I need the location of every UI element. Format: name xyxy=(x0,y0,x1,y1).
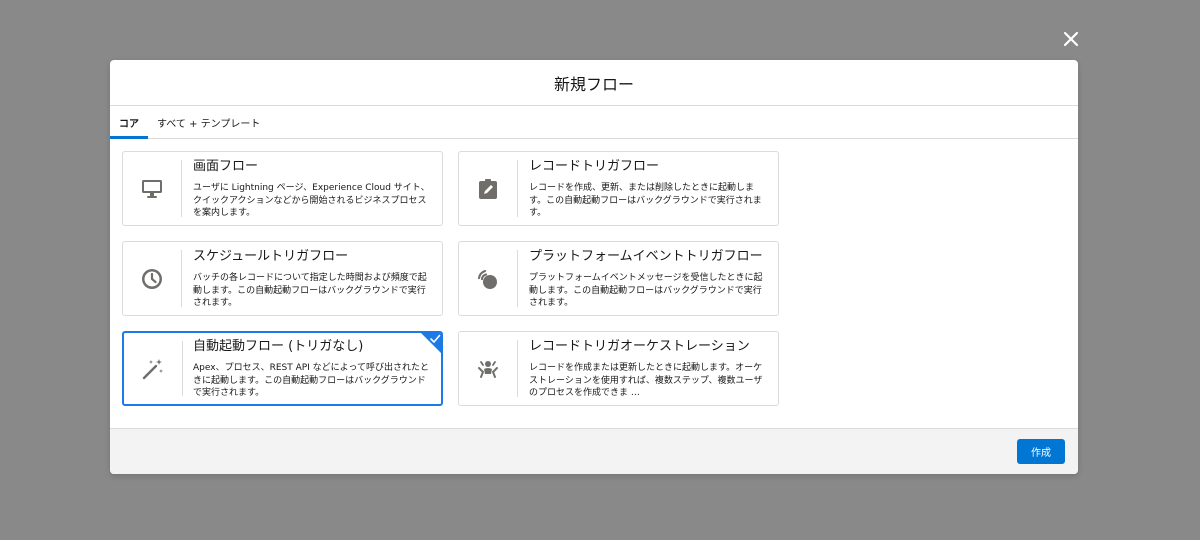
selected-check-icon xyxy=(421,333,441,353)
card-description: バッチの各レコードについて指定した時間および頻度で起動します。この自動起動フロー… xyxy=(193,273,427,308)
modal-header: 新規フロー xyxy=(110,60,1078,106)
clipboard-edit-icon xyxy=(459,152,517,225)
create-button[interactable]: 作成 xyxy=(1017,439,1065,464)
broadcast-icon xyxy=(459,242,517,315)
tab-bar: コア すべて + テンプレート xyxy=(110,106,1078,139)
card-divider xyxy=(517,340,518,397)
monitor-icon xyxy=(123,152,181,225)
magic-wand-icon xyxy=(124,333,182,404)
card-divider xyxy=(182,341,183,396)
modal-footer: 作成 xyxy=(110,428,1078,474)
flow-type-grid: 画面フロー ユーザに Lightning ページ、Experience Clou… xyxy=(110,139,1078,429)
card-title: スケジュールトリガフロー xyxy=(193,249,349,264)
card-description: Apex、プロセス、REST API などによって呼び出されたときに起動します。… xyxy=(193,363,429,398)
card-divider xyxy=(181,250,182,307)
card-divider xyxy=(517,160,518,217)
card-divider xyxy=(181,160,182,217)
card-content: レコードトリガオーケストレーション レコードを作成または更新したときに起動します… xyxy=(529,338,768,400)
card-description: レコードを作成、更新、または削除したときに起動します。この自動起動フローはバック… xyxy=(529,183,762,218)
tab-label: すべて + テンプレート xyxy=(157,118,261,130)
card-description: ユーザに Lightning ページ、Experience Cloud サイト、… xyxy=(193,183,430,218)
card-content: 画面フロー ユーザに Lightning ページ、Experience Clou… xyxy=(193,158,432,220)
card-screen-flow[interactable]: 画面フロー ユーザに Lightning ページ、Experience Clou… xyxy=(122,151,443,226)
card-record-triggered-orchestration[interactable]: レコードトリガオーケストレーション レコードを作成または更新したときに起動します… xyxy=(458,331,779,406)
card-title: プラットフォームイベントトリガフロー xyxy=(529,249,763,264)
card-description: プラットフォームイベントメッセージを受信したときに起動します。この自動起動フロー… xyxy=(529,273,763,308)
orchestration-icon xyxy=(459,332,517,405)
card-content: プラットフォームイベントトリガフロー プラットフォームイベントメッセージを受信し… xyxy=(529,248,768,310)
card-content: スケジュールトリガフロー バッチの各レコードについて指定した時間および頻度で起動… xyxy=(193,248,432,310)
card-title: レコードトリガオーケストレーション xyxy=(529,339,750,354)
card-title: 画面フロー xyxy=(193,159,259,174)
close-button[interactable] xyxy=(1060,28,1082,50)
card-divider xyxy=(517,250,518,307)
card-title: レコードトリガフロー xyxy=(529,159,660,174)
card-autolaunched-flow[interactable]: 自動起動フロー (トリガなし) Apex、プロセス、REST API などによっ… xyxy=(122,331,443,406)
new-flow-modal: 新規フロー コア すべて + テンプレート 画面フロー ユーザに Lightni… xyxy=(110,60,1078,474)
card-schedule-triggered-flow[interactable]: スケジュールトリガフロー バッチの各レコードについて指定した時間および頻度で起動… xyxy=(122,241,443,316)
clock-icon xyxy=(123,242,181,315)
modal-title: 新規フロー xyxy=(553,74,634,94)
card-content: レコードトリガフロー レコードを作成、更新、または削除したときに起動します。この… xyxy=(529,158,768,220)
card-title: 自動起動フロー (トリガなし) xyxy=(193,339,364,354)
card-description: レコードを作成または更新したときに起動します。オーケストレーションを使用すれば、… xyxy=(529,363,763,398)
card-platform-event-triggered-flow[interactable]: プラットフォームイベントトリガフロー プラットフォームイベントメッセージを受信し… xyxy=(458,241,779,316)
card-content: 自動起動フロー (トリガなし) Apex、プロセス、REST API などによっ… xyxy=(193,338,431,400)
tab-label: コア xyxy=(119,118,139,130)
close-icon xyxy=(1063,31,1079,47)
card-record-triggered-flow[interactable]: レコードトリガフロー レコードを作成、更新、または削除したときに起動します。この… xyxy=(458,151,779,226)
tab-core[interactable]: コア xyxy=(110,106,148,139)
tab-all-templates[interactable]: すべて + テンプレート xyxy=(148,106,269,138)
